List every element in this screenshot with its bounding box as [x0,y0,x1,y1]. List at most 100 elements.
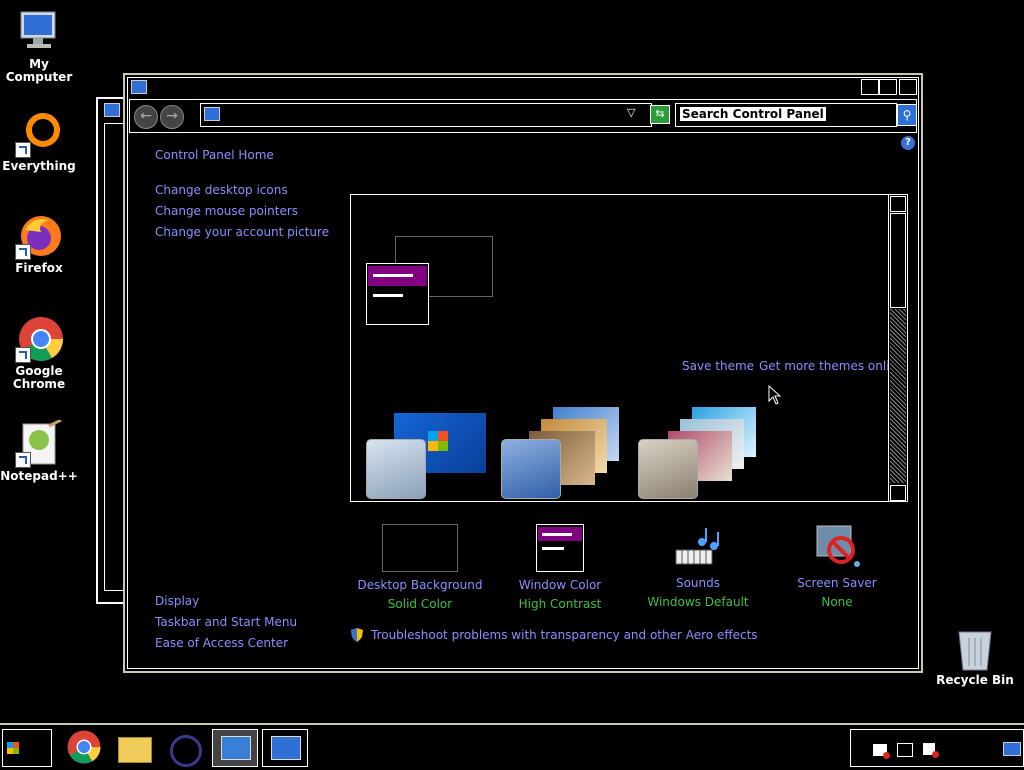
windows-logo-icon [7,742,19,754]
system-tray [850,729,1024,767]
text-line [542,547,564,550]
desktop-background-item[interactable]: Desktop Background Solid Color [355,524,485,611]
monitor-icon [271,736,301,760]
search-input[interactable]: Search Control Panel [675,103,897,127]
close-button[interactable] [899,79,917,95]
nature-theme[interactable] [638,407,768,499]
taskbar-control-panel[interactable] [212,729,258,767]
taskbar-explorer[interactable] [112,729,156,765]
desktop-background-swatch [382,524,458,572]
navigation-bar: ← → ▽ ⇆ Search Control Panel ⚲ [129,99,917,133]
notepad-plus-plus-icon [15,418,63,468]
forward-button[interactable]: → [160,105,184,129]
desktop-background-value: Solid Color [387,597,453,611]
desktop-icon-firefox[interactable]: Firefox [0,212,78,275]
change-desktop-icons-link[interactable]: Change desktop icons [155,183,288,197]
glass-swatch [501,439,561,499]
desktop-icon-label: Notepad++ [0,469,78,483]
sounds-value: Windows Default [647,595,749,609]
scroll-thumb[interactable] [890,213,906,308]
firefox-icon [15,212,63,260]
high-contrast-theme-thumbnail[interactable] [366,263,429,325]
window-color-value: High Contrast [518,597,602,611]
window-color-swatch [536,524,584,572]
window-icon [131,80,147,94]
glass-swatch [366,439,426,499]
display-link[interactable]: Display [155,594,199,608]
maximize-button[interactable] [879,79,897,95]
ease-of-access-link[interactable]: Ease of Access Center [155,636,288,650]
shortcut-arrow-icon [15,452,31,468]
desktop-icon-label: Firefox [15,261,63,275]
taskbar-start-menu-link[interactable]: Taskbar and Start Menu [155,615,297,629]
search-placeholder: Search Control Panel [680,107,826,121]
back-button[interactable]: ← [134,105,158,129]
window-color-label: Window Color [518,578,602,592]
desktop-background-label: Desktop Background [357,578,483,592]
volume-muted-icon[interactable] [923,743,939,758]
themes-list[interactable]: Save theme Get more themes online [350,194,908,502]
address-bar[interactable]: ▽ [200,103,652,127]
sounds-item[interactable]: Sounds Windows Default [633,524,763,609]
glass-swatch [638,439,698,499]
control-panel-home-link[interactable]: Control Panel Home [155,148,274,162]
save-theme-link[interactable]: Save theme [682,359,754,373]
get-more-themes-link[interactable]: Get more themes online [759,359,905,373]
taskbar-personalization[interactable] [262,729,308,767]
text-line [373,294,403,297]
sounds-label: Sounds [675,576,721,590]
taskbar-chrome[interactable] [62,729,106,765]
windows-logo-icon [428,431,448,451]
screen-saver-item[interactable]: Screen Saver None [772,524,902,609]
refresh-button[interactable]: ⇆ [650,105,670,124]
chrome-icon [67,730,101,764]
desktop-icon-notepad-plus-plus[interactable]: Notepad++ [0,418,78,483]
help-icon[interactable]: ? [901,136,915,150]
control-panel-icon [221,736,251,760]
desktop-icon-my-computer[interactable]: My Computer [0,8,78,84]
chrome-icon [15,315,63,363]
scroll-up-button[interactable] [890,196,906,212]
show-desktop-icon[interactable] [1003,742,1021,756]
desktop-icon-label: Google Chrome [12,364,66,391]
desktop-icon-everything[interactable]: Everything [0,110,78,173]
shortcut-arrow-icon [15,244,31,260]
app-icon [170,735,202,767]
architecture-theme[interactable] [501,407,631,499]
troubleshoot-aero-link[interactable]: Troubleshoot problems with transparency … [371,628,758,642]
network-icon[interactable] [897,743,913,757]
search-icon[interactable]: ⚲ [897,104,917,126]
sounds-icon [672,524,724,570]
screen-saver-label: Screen Saver [797,576,877,590]
shortcut-arrow-icon [15,347,31,363]
screen-saver-icon [811,524,863,570]
desktop-icon-label: Recycle Bin [936,673,1014,687]
minimize-button[interactable] [861,79,879,95]
shortcut-arrow-icon [15,142,31,158]
mouse-pointer-icon [768,384,782,408]
desktop-icon-google-chrome[interactable]: Google Chrome [0,315,78,391]
change-mouse-pointers-link[interactable]: Change mouse pointers [155,204,298,218]
taskbar-app[interactable] [162,729,206,767]
windows-7-theme[interactable] [366,411,488,501]
background-window[interactable] [96,97,127,604]
desktop-icon-label: My Computer [5,57,73,84]
folder-icon [118,737,152,763]
action-center-flag-icon[interactable] [873,744,890,759]
window-icon [104,103,120,117]
scroll-track[interactable] [890,309,906,483]
everything-icon [15,110,63,158]
change-account-picture-link[interactable]: Change your account picture [155,225,329,239]
desktop-icon-recycle-bin[interactable]: Recycle Bin [936,624,1014,687]
themes-scrollbar[interactable] [888,195,907,501]
start-button[interactable] [2,729,52,767]
scroll-down-button[interactable] [890,485,906,501]
chevron-down-icon[interactable]: ▽ [627,106,635,119]
shield-icon [351,628,363,642]
screen-saver-value: None [821,595,853,609]
title-line [373,274,413,277]
personalization-window[interactable]: ← → ▽ ⇆ Search Control Panel ⚲ ? Control… [123,73,923,673]
window-color-item[interactable]: Window Color High Contrast [495,524,625,611]
taskbar [0,723,1024,770]
computer-icon [15,8,63,56]
